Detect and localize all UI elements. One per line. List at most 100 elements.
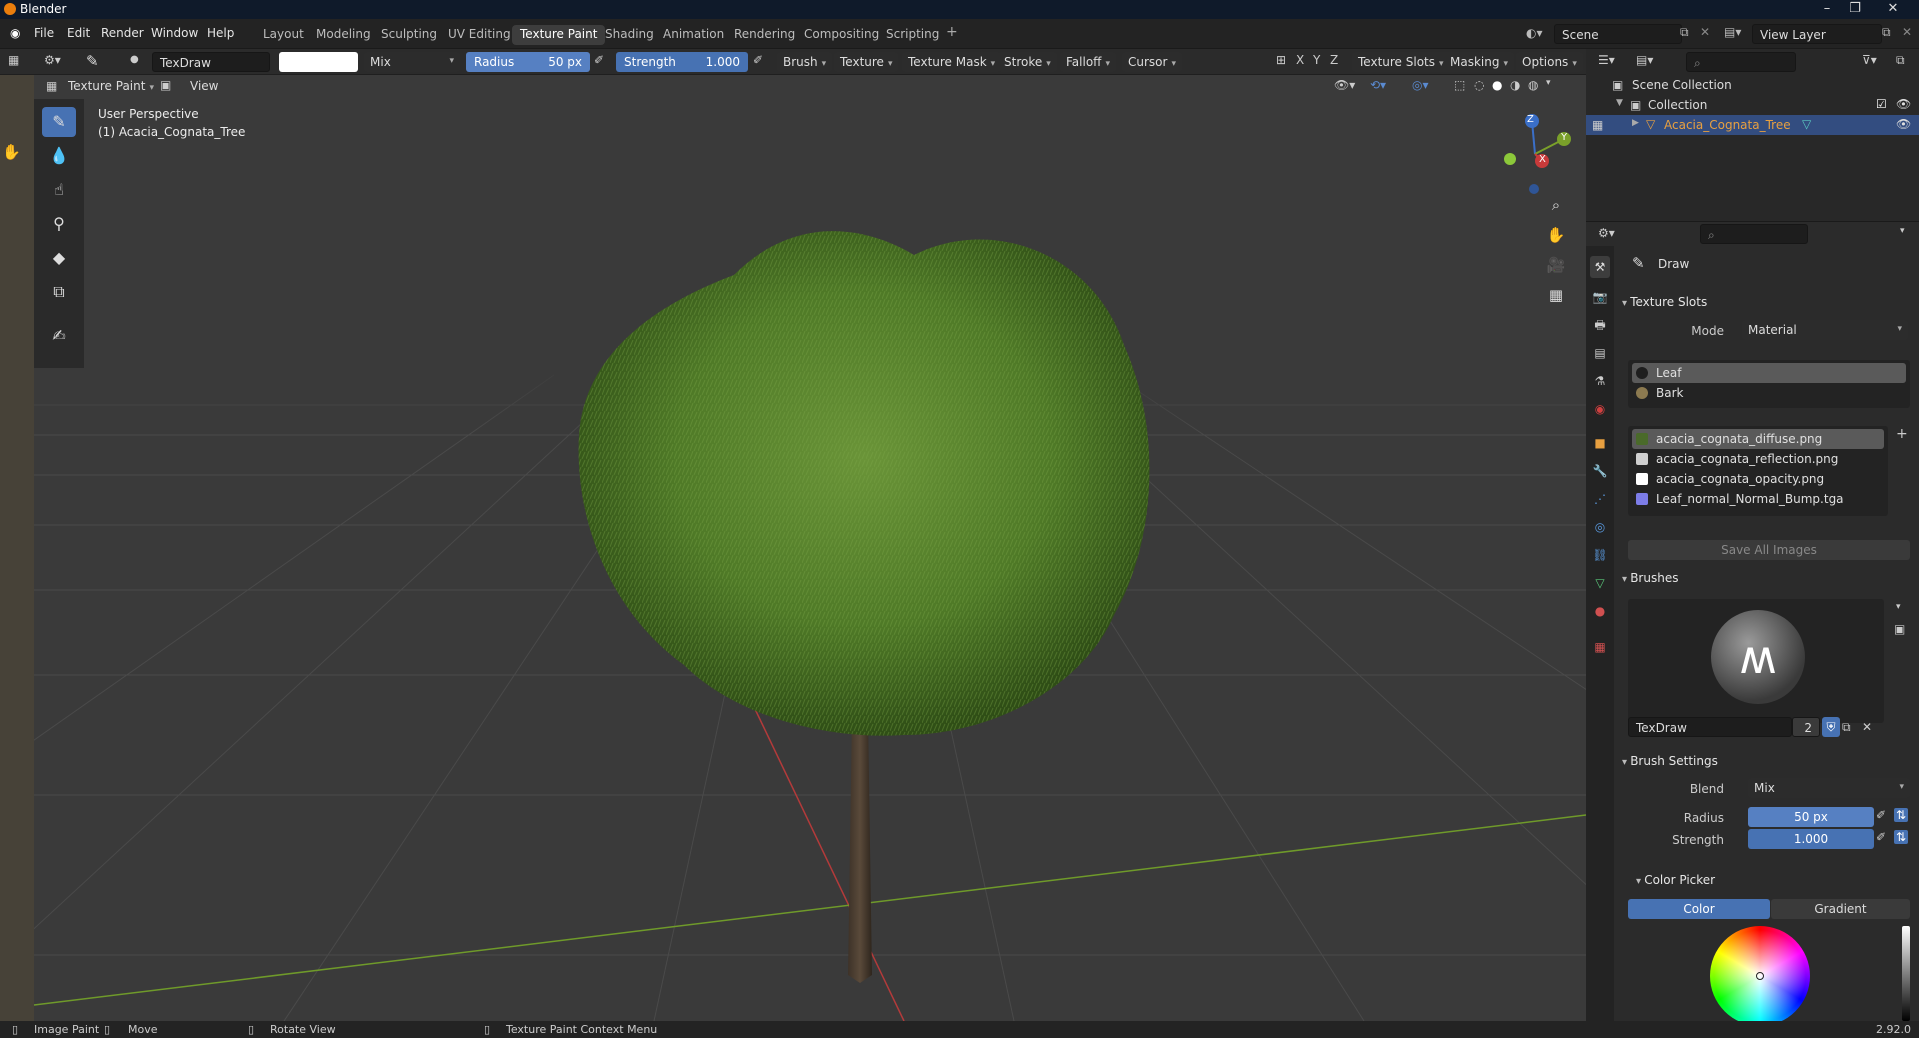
rendered-shading-icon[interactable]: ◍ (1528, 78, 1538, 92)
delete-scene-icon[interactable]: ✕ (1700, 25, 1710, 39)
collection-row[interactable]: ▼ ▣ Collection ☑ 👁 (1586, 95, 1919, 115)
image-slot-opacity[interactable]: acacia_cognata_opacity.png (1632, 469, 1884, 489)
texture-tab-icon[interactable]: ▦ (1590, 636, 1610, 658)
camera-view-icon[interactable]: 🎥 (1544, 253, 1568, 277)
brushes-header[interactable]: Brushes (1622, 571, 1678, 585)
gizmo-toggle-icon[interactable]: ⟲▾ (1370, 78, 1386, 92)
color-wheel[interactable] (1710, 926, 1810, 1026)
tab-shading[interactable]: Shading (597, 25, 662, 45)
expand-arrow-icon[interactable]: ▼ (1616, 98, 1623, 108)
radius-slider[interactable]: Radius 50 px (466, 52, 590, 72)
mirror-x-toggle[interactable]: X (1296, 53, 1304, 67)
object-tab-icon[interactable]: ■ (1590, 432, 1610, 454)
add-workspace-icon[interactable]: + (946, 24, 958, 40)
color-wheel-cursor[interactable] (1756, 972, 1764, 980)
shading-options-icon[interactable]: ▾ (1546, 78, 1551, 88)
stroke-menu[interactable]: Stroke ▾ (998, 52, 1057, 72)
scene-collection-row[interactable]: ▣ Scene Collection (1586, 75, 1919, 95)
radius-slider[interactable]: 50 px (1748, 807, 1874, 827)
outliner-search-input[interactable]: ⌕ (1686, 52, 1796, 72)
menu-help[interactable]: Help (207, 26, 234, 40)
menu-window[interactable]: Window (151, 26, 198, 40)
image-slot-normal[interactable]: Leaf_normal_Normal_Bump.tga (1632, 489, 1884, 509)
visibility-icon[interactable]: 👁▾ (1334, 78, 1355, 92)
view-layer-field[interactable]: View Layer (1752, 24, 1882, 44)
mirror-y-toggle[interactable]: Y (1313, 53, 1320, 67)
falloff-menu[interactable]: Falloff ▾ (1060, 52, 1116, 72)
object-row[interactable]: ▦ ▶ ▽ Acacia_Cognata_Tree ▽ 👁 (1586, 115, 1919, 135)
render-tab-icon[interactable]: 📷 (1590, 286, 1610, 308)
3d-viewport[interactable]: User Perspective (1) Acacia_Cognata_Tree… (34, 75, 1586, 1021)
smear-tool-icon[interactable]: ☝ (42, 175, 76, 205)
outliner-editor-icon[interactable]: ☰▾ (1598, 53, 1615, 67)
material-slot-leaf[interactable]: Leaf (1632, 363, 1906, 383)
solid-shading-icon[interactable]: ● (1492, 78, 1502, 92)
material-slot-bark[interactable]: Bark (1632, 383, 1906, 403)
minimize-button[interactable]: – (1814, 0, 1840, 19)
radius-pressure-icon[interactable]: ✐ (594, 53, 604, 67)
masking-menu[interactable]: Masking ▾ (1444, 52, 1514, 72)
brush-color-swatch[interactable] (279, 52, 358, 72)
output-tab-icon[interactable]: 🖶 (1590, 314, 1610, 336)
fill-tool-icon[interactable]: ◆ (42, 243, 76, 273)
tool-settings-icon[interactable]: ⚙▾ (44, 53, 61, 67)
mask-toggle-icon[interactable]: ▣ (160, 78, 171, 92)
properties-search-input[interactable]: ⌕ (1700, 224, 1808, 244)
tab-animation[interactable]: Animation (655, 25, 732, 45)
mode-dropdown[interactable]: Texture Paint ▾ (62, 76, 160, 96)
radius-pressure-icon[interactable]: ✐ (1876, 808, 1886, 822)
scene-tab-icon[interactable]: ⚗ (1590, 370, 1610, 392)
physics-tab-icon[interactable]: ◎ (1590, 516, 1610, 538)
world-tab-icon[interactable]: ◉ (1590, 398, 1610, 420)
pan-hand-icon[interactable]: ✋ (2, 143, 21, 161)
add-texture-slot-icon[interactable]: + (1896, 426, 1908, 442)
filter-icon[interactable]: ⊽▾ (1862, 53, 1877, 67)
menu-edit[interactable]: Edit (67, 26, 90, 40)
navigation-gizmo[interactable] (1490, 109, 1580, 199)
strength-pressure-icon[interactable]: ✐ (1876, 830, 1886, 844)
tab-uv-editing[interactable]: UV Editing (440, 25, 519, 45)
new-scene-icon[interactable]: ⧉ (1680, 25, 1689, 40)
cursor-menu[interactable]: Cursor ▾ (1122, 52, 1182, 72)
expand-arrow-icon[interactable]: ▶ (1632, 118, 1639, 128)
soften-tool-icon[interactable]: 💧 (42, 141, 76, 171)
texture-menu[interactable]: Texture ▾ (834, 52, 899, 72)
overlay-toggle-icon[interactable]: ◎▾ (1412, 78, 1429, 92)
scene-selector-icon[interactable]: ◐▾ (1526, 26, 1543, 40)
menu-file[interactable]: File (34, 26, 54, 40)
value-slider[interactable] (1902, 926, 1910, 1021)
data-tab-icon[interactable]: ▽ (1590, 572, 1610, 594)
new-view-layer-icon[interactable]: ⧉ (1882, 25, 1891, 40)
scene-name-field[interactable]: Scene (1554, 24, 1682, 44)
brush-name-field[interactable]: TexDraw (152, 52, 270, 72)
draw-tool-icon[interactable]: ✎ (42, 107, 76, 137)
texture-slots-header[interactable]: Texture Slots (1622, 295, 1707, 309)
symmetry-icon[interactable]: ⊞ (1276, 53, 1286, 67)
mirror-z-toggle[interactable]: Z (1330, 53, 1338, 67)
unlink-brush-icon[interactable]: ✕ (1862, 720, 1872, 734)
particles-tab-icon[interactable]: ⋰ (1590, 488, 1610, 510)
view-menu[interactable]: View (190, 79, 218, 93)
brush-settings-header[interactable]: Brush Settings (1622, 754, 1718, 768)
pan-icon[interactable]: ✋ (1544, 223, 1568, 247)
wireframe-shading-icon[interactable]: ◌ (1474, 78, 1484, 92)
tab-compositing[interactable]: Compositing (796, 25, 887, 45)
material-shading-icon[interactable]: ◑ (1510, 78, 1520, 92)
blend-dropdown[interactable]: Mix ▾ (1748, 778, 1910, 798)
constraints-tab-icon[interactable]: ⛓ (1590, 544, 1610, 566)
close-window-button[interactable]: ✕ (1880, 0, 1906, 19)
material-tab-icon[interactable]: ● (1590, 600, 1610, 622)
blend-mode-dropdown[interactable]: Mix ▾ (364, 52, 460, 72)
editor-type-icon[interactable]: ▦ (8, 53, 19, 67)
save-all-images-button[interactable]: Save All Images (1628, 540, 1910, 560)
brush-image-icon[interactable]: ▣ (1894, 622, 1905, 636)
modifier-tab-icon[interactable]: 🔧 (1590, 460, 1610, 482)
view-layer-icon[interactable]: ▤▾ (1724, 25, 1741, 39)
blender-menu-icon[interactable]: ◉ (10, 26, 20, 40)
brush-specials-icon[interactable]: ▾ (1896, 602, 1901, 612)
brush-preview-icon[interactable]: ● (130, 54, 139, 65)
xray-toggle-icon[interactable]: ⬚ (1454, 78, 1465, 92)
image-slot-reflection[interactable]: acacia_cognata_reflection.png (1632, 449, 1884, 469)
tab-scripting[interactable]: Scripting (878, 25, 947, 45)
tab-sculpting[interactable]: Sculpting (373, 25, 445, 45)
